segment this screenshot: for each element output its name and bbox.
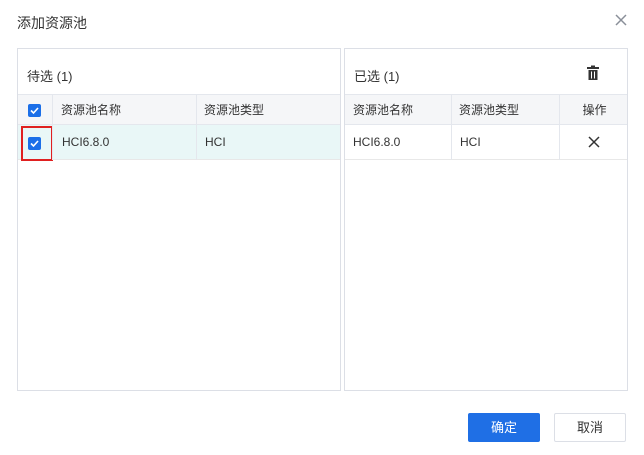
selected-panel: 已选 (1) 资源池名称 资源池类型 操作 HCI6.8.0 HCI xyxy=(344,48,628,391)
cancel-button[interactable]: 取消 xyxy=(554,413,626,442)
selected-panel-header: 已选 (1) xyxy=(345,49,627,95)
available-panel-header: 待选 (1) xyxy=(18,49,340,95)
selected-panel-title: 已选 (1) xyxy=(354,69,400,84)
select-all-checkbox[interactable] xyxy=(28,104,41,117)
available-table-header: 资源池名称 资源池类型 xyxy=(18,95,340,125)
trash-icon[interactable] xyxy=(586,65,600,81)
column-header-actions: 操作 xyxy=(559,95,629,125)
dialog-title: 添加资源池 xyxy=(17,15,87,31)
pool-name-cell: HCI6.8.0 xyxy=(353,135,401,149)
column-header-pool-type: 资源池类型 xyxy=(451,95,559,125)
pool-type-cell: HCI xyxy=(196,125,342,160)
add-resource-pool-dialog: 添加资源池 待选 (1) 资源池名称 资源池类型 HCI6.8.0 HCI 已选… xyxy=(0,0,644,455)
table-row[interactable]: HCI6.8.0 HCI xyxy=(18,125,342,161)
pool-name-cell: HCI6.8.0 xyxy=(52,125,196,160)
selected-table-header: 资源池名称 资源池类型 操作 xyxy=(345,95,627,125)
pool-type-cell: HCI xyxy=(451,125,559,160)
row-checkbox[interactable] xyxy=(28,137,41,150)
column-header-pool-name: 资源池名称 xyxy=(353,103,414,117)
close-icon[interactable] xyxy=(613,12,629,28)
confirm-button[interactable]: 确定 xyxy=(468,413,540,442)
column-header-pool-name: 资源池名称 xyxy=(52,95,196,125)
close-icon[interactable] xyxy=(587,135,601,149)
column-header-pool-type: 资源池类型 xyxy=(196,95,342,125)
table-row: HCI6.8.0 HCI xyxy=(345,125,627,160)
available-panel: 待选 (1) 资源池名称 资源池类型 HCI6.8.0 HCI xyxy=(17,48,341,391)
available-panel-title: 待选 (1) xyxy=(27,69,73,84)
